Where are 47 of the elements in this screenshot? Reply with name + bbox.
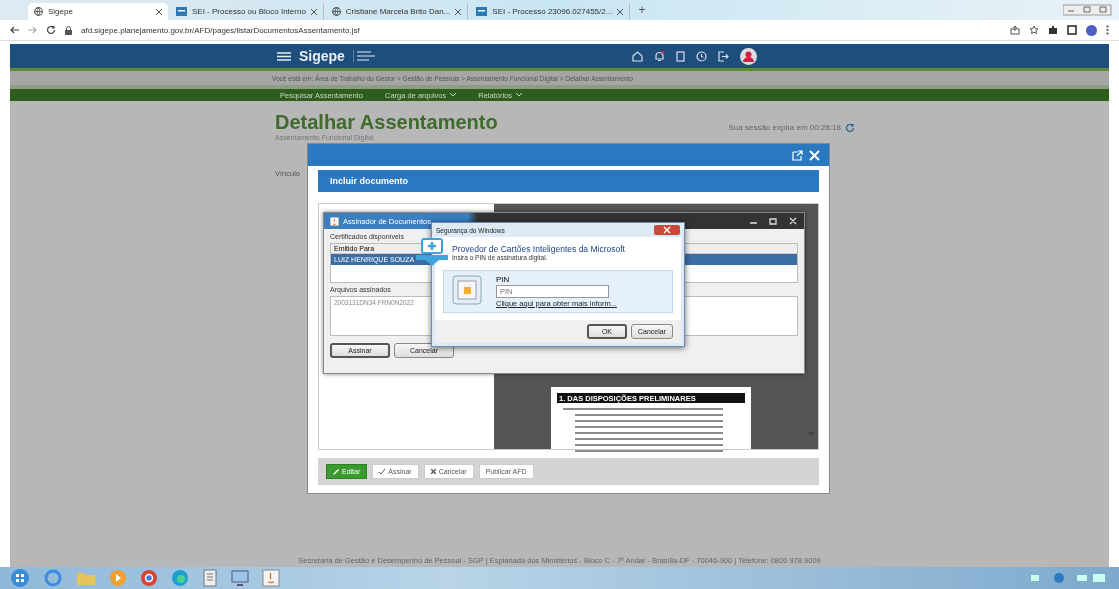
- dialog-heading: Provedor de Cartões Inteligentes da Microsoft: [452, 243, 625, 254]
- close-icon[interactable]: [455, 8, 462, 15]
- clock-icon[interactable]: [695, 50, 707, 62]
- document-icon: [176, 7, 187, 16]
- session-timer: Sua sessão expira em 00:28:18: [728, 123, 841, 132]
- sidebar-icon[interactable]: [1067, 25, 1077, 35]
- chrome-icon[interactable]: [140, 569, 158, 587]
- page-title: Detalhar Assentamento: [275, 111, 499, 134]
- smart-card-icon: [452, 275, 482, 305]
- bell-icon[interactable]: [653, 50, 665, 62]
- back-icon[interactable]: [10, 26, 19, 34]
- globe-icon: [331, 7, 341, 16]
- lock-icon: [65, 25, 72, 35]
- close-icon[interactable]: [156, 8, 162, 15]
- share-icon[interactable]: [1010, 25, 1020, 35]
- pin-label: PIN: [496, 275, 511, 284]
- logout-icon[interactable]: [717, 50, 729, 62]
- pencil-icon: [333, 468, 339, 475]
- dialog-title: Incluir documento: [330, 176, 408, 186]
- url-field[interactable]: afd.sigepe.planejamento.gov.br/AFD/pages/listarDocumentosAssentamento.jsf: [81, 25, 360, 35]
- app-icon: [330, 216, 339, 226]
- popout-icon[interactable]: [792, 149, 803, 161]
- refresh-icon[interactable]: [845, 123, 855, 133]
- close-icon[interactable]: [654, 225, 680, 235]
- menu-icon[interactable]: [277, 51, 291, 61]
- close-icon[interactable]: [617, 8, 624, 15]
- start-button-icon[interactable]: [10, 568, 30, 588]
- close-icon: [430, 469, 436, 474]
- brand-logo: Sigepe: [299, 48, 345, 64]
- home-icon[interactable]: [631, 50, 643, 62]
- menu-icon[interactable]: [1106, 25, 1109, 35]
- check-icon: [379, 469, 386, 474]
- reload-icon[interactable]: [46, 25, 56, 35]
- caret-icon[interactable]: [516, 93, 523, 97]
- java-icon[interactable]: [262, 569, 280, 587]
- star-icon[interactable]: [1029, 25, 1039, 35]
- avatar-icon[interactable]: [1086, 24, 1097, 36]
- user-avatar-icon[interactable]: [739, 47, 757, 65]
- browser-tab[interactable]: Sigepe: [28, 3, 168, 20]
- document-icon: [476, 7, 488, 16]
- new-tab-button[interactable]: +: [632, 3, 652, 17]
- monitor-icon[interactable]: [231, 570, 249, 586]
- tablet-icon[interactable]: [675, 50, 685, 62]
- puzzle-icon[interactable]: [1048, 25, 1058, 35]
- caret-icon[interactable]: [450, 93, 457, 97]
- globe-icon: [34, 7, 43, 16]
- close-icon[interactable]: [310, 8, 317, 15]
